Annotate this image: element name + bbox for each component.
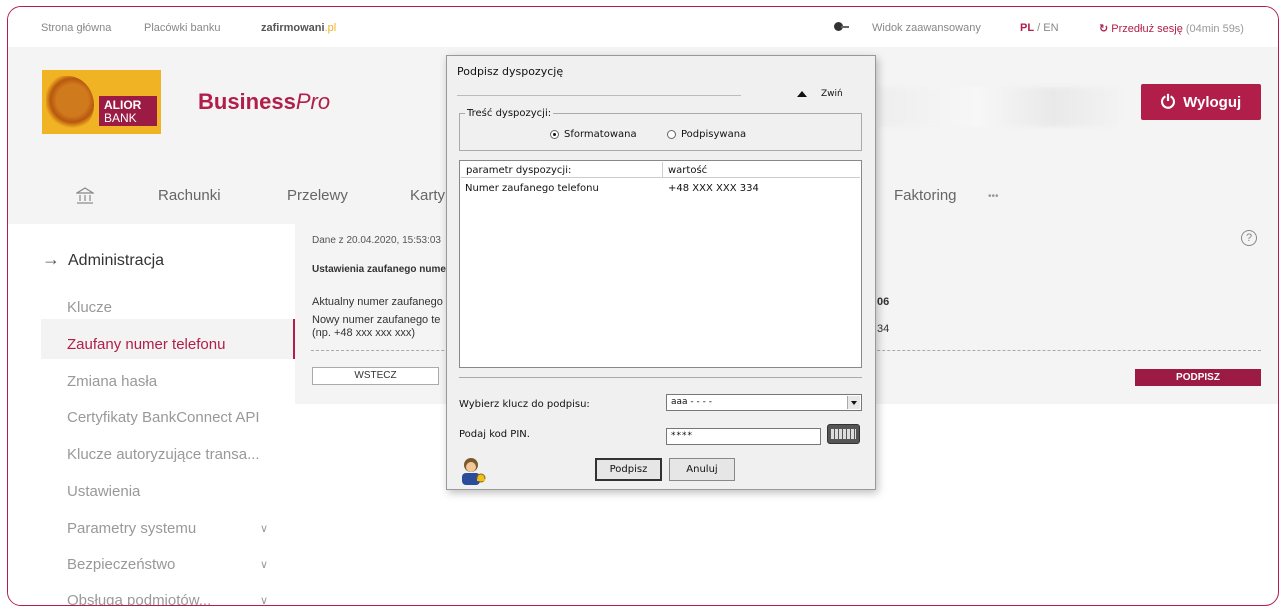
sidebar-item-system-params[interactable]: Parametry systemu [67, 520, 196, 537]
product-name: BusinessPro [198, 89, 331, 114]
logout-button[interactable]: ⏻ Wyloguj [1141, 84, 1261, 120]
new-number-label: Nowy numer zaufanego te [312, 314, 441, 326]
sidebar-item-keys[interactable]: Klucze [67, 299, 112, 316]
chevron-down-icon[interactable]: ∨ [260, 522, 268, 535]
toggle-icon[interactable] [834, 22, 849, 31]
user-key-icon [462, 458, 486, 485]
session-timer: (04min 59s) [1185, 23, 1244, 35]
collapse-button[interactable]: Zwiń [797, 89, 843, 99]
nav-transfers[interactable]: Przelewy [287, 187, 348, 204]
column-header[interactable]: wartość [668, 165, 707, 176]
sidebar-item-password[interactable]: Zmiana hasła [67, 373, 157, 390]
current-number-label: Aktualny numer zaufanego [312, 296, 443, 308]
power-icon: ⏻ [1160, 92, 1176, 112]
group-label: Treść dyspozycji: [465, 108, 554, 119]
sidebar-item-entities[interactable]: Obsługa podmiotów... [67, 592, 211, 605]
blurred-user-info [878, 87, 1128, 127]
dialog-title: Podpisz dyspozycję [457, 65, 564, 78]
advanced-view-toggle[interactable]: Widok zaawansowany [872, 22, 981, 34]
table-cell: Numer zaufanego telefonu [465, 183, 599, 194]
sidebar-item-auth-keys[interactable]: Klucze autoryzujące transa... [67, 446, 260, 463]
extend-session-link[interactable]: ↻ Przedłuż sesję (04min 59s) [1099, 22, 1244, 35]
pin-input[interactable]: **** [666, 428, 821, 445]
sidebar-item-security[interactable]: Bezpieczeństwo [67, 556, 175, 573]
key-select-value: aaa - - - - [671, 397, 712, 407]
alior-bank-logo[interactable]: ALIOR BANK [42, 70, 161, 134]
sidebar: → Administracja Klucze Zaufany numer tel… [8, 224, 295, 605]
home-link[interactable]: Strona główna [41, 22, 111, 34]
radio-formatted[interactable]: Sformatowana [550, 129, 637, 140]
radio-empty-icon [667, 130, 676, 139]
bank-icon[interactable] [76, 187, 94, 205]
lion-icon [46, 76, 94, 130]
nav-more[interactable]: ••• [988, 191, 999, 202]
sidebar-item-trusted-phone[interactable]: Zaufany numer telefonu [67, 336, 225, 353]
table-cell: +48 XXX XXX 334 [668, 183, 759, 194]
confirm-sign-button[interactable]: Podpisz [595, 458, 662, 481]
column-header[interactable]: parametr dyspozycji: [466, 165, 571, 176]
nav-cards[interactable]: Karty [410, 187, 445, 204]
virtual-keyboard-icon[interactable] [827, 424, 860, 444]
sidebar-item-settings[interactable]: Ustawienia [67, 483, 140, 500]
cancel-button[interactable]: Anuluj [669, 458, 735, 481]
chevron-down-icon[interactable]: ∨ [260, 558, 268, 571]
new-number-hint: (np. +48 xxx xxx xxx) [312, 327, 416, 339]
refresh-icon: ↻ [1099, 23, 1109, 35]
table-header: parametr dyspozycji: wartość [461, 162, 860, 178]
data-timestamp: Dane z 20.04.2020, 15:53:03 [312, 235, 441, 246]
key-select[interactable]: aaa - - - - [666, 394, 862, 411]
new-number-value: 34 [877, 323, 890, 335]
dropdown-arrow-icon[interactable] [847, 396, 860, 409]
chevron-down-icon[interactable]: ∨ [260, 594, 268, 605]
nav-accounts[interactable]: Rachunki [158, 187, 221, 204]
section-title: Ustawienia zaufanego numer [312, 264, 450, 275]
radio-selected-icon [550, 130, 559, 139]
key-label: Wybierz klucz do podpisu: [459, 399, 590, 410]
sidebar-item-certificates[interactable]: Certyfikaty BankConnect API [67, 409, 260, 426]
disposition-table: parametr dyspozycji: wartość Numer zaufa… [459, 160, 862, 368]
zafirmowani-link[interactable]: zafirmowani.pl [261, 22, 336, 34]
divider [459, 377, 862, 378]
sign-dialog: Podpisz dyspozycję Zwiń Treść dyspozycji… [446, 55, 876, 490]
back-button[interactable]: WSTECZ [312, 367, 439, 385]
sign-button[interactable]: PODPISZ [1135, 369, 1261, 386]
branches-link[interactable]: Placówki banku [144, 22, 220, 34]
triangle-up-icon [797, 90, 807, 97]
help-icon[interactable]: ? [1241, 230, 1257, 246]
current-number-value: 06 [877, 296, 890, 308]
pin-label: Podaj kod PIN. [459, 429, 530, 440]
sidebar-title: Administracja [68, 252, 165, 269]
radio-signed[interactable]: Podpisywana [667, 129, 746, 140]
divider [457, 95, 741, 96]
arrow-right-icon: → [42, 249, 60, 269]
nav-factoring[interactable]: Faktoring [894, 187, 957, 204]
language-switch[interactable]: PL / EN [1020, 22, 1059, 34]
lang-en[interactable]: EN [1043, 22, 1058, 34]
top-bar: Strona główna Placówki banku zafirmowani… [8, 7, 1278, 47]
lang-pl[interactable]: PL [1020, 22, 1034, 34]
